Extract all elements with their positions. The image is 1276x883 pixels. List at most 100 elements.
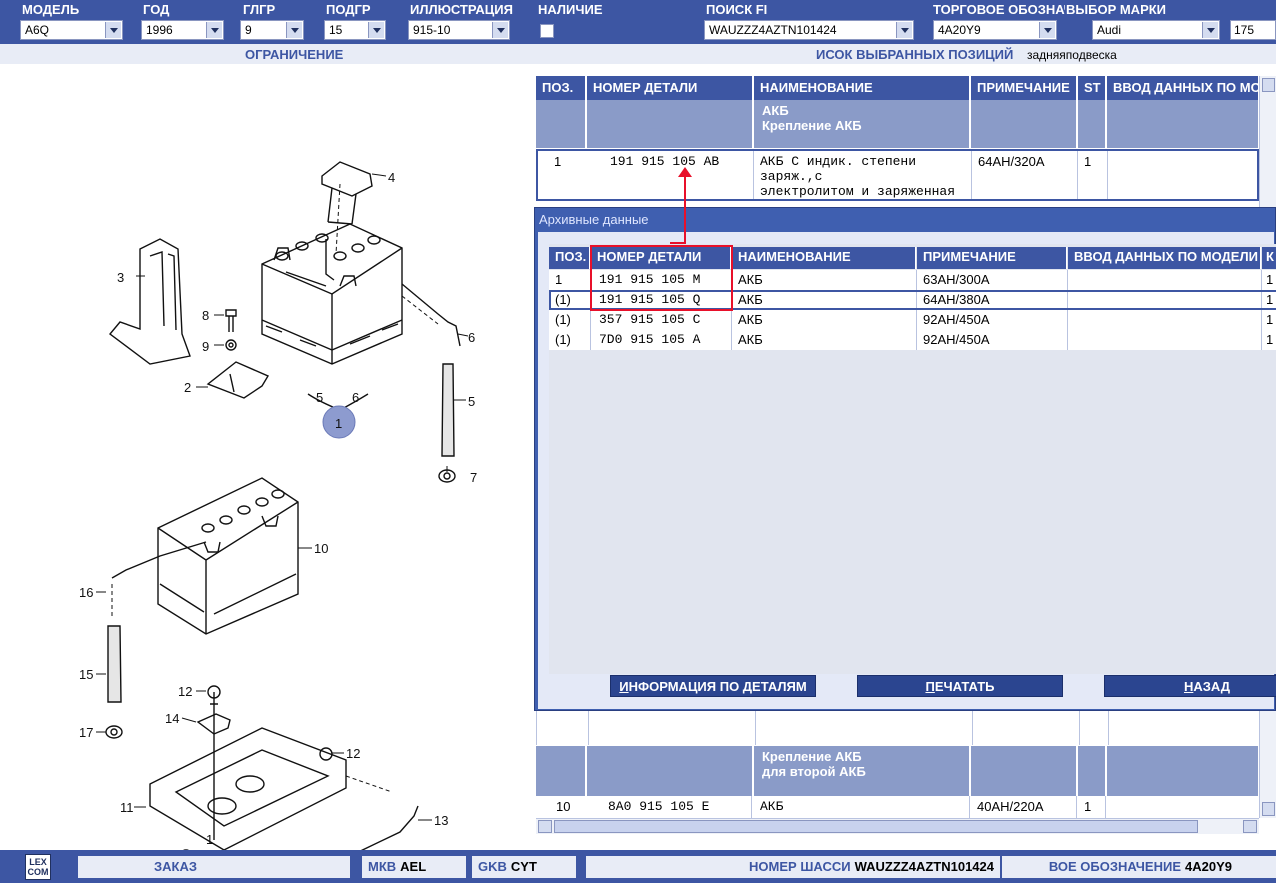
battery-10 <box>157 477 299 635</box>
archive-note: 92AH/450A <box>917 310 1068 330</box>
table-row[interactable]: 1 191 915 105 AB АКБ С индик. степени за… <box>536 149 1259 201</box>
trade-designation-select[interactable]: 4A20Y9 <box>933 20 1057 40</box>
col-pos[interactable]: ПОЗ. <box>536 76 586 100</box>
archive-col-model-input[interactable]: ВВОД ДАННЫХ ПО МОДЕЛИ <box>1068 247 1261 269</box>
main-group-select[interactable]: 9 <box>240 20 304 40</box>
archive-name: АКБ <box>732 310 917 330</box>
availability-checkbox[interactable] <box>540 24 554 38</box>
chevron-down-icon[interactable] <box>368 22 384 38</box>
archive-part-number[interactable]: 7D0 915 105 A <box>591 330 732 350</box>
scroll-down-icon[interactable] <box>1262 802 1275 816</box>
illustration-select[interactable]: 915-10 <box>408 20 510 40</box>
archive-row[interactable]: (1) 7D0 915 105 A АКБ 92AH/450A 1 <box>549 330 1276 350</box>
archive-pos: (1) <box>549 330 591 350</box>
parts-info-button[interactable]: ИНФОРМАЦИЯ ПО ДЕТАЛЯМ <box>610 675 816 697</box>
subgroup-select[interactable]: 15 <box>324 20 386 40</box>
group2-title: Крепление АКБ для второй АКБ <box>754 746 970 796</box>
group-row-part <box>587 100 753 148</box>
group-row-pos <box>536 100 586 148</box>
table-row[interactable]: 10 8A0 915 105 E АКБ 40AH/220A 1 <box>536 796 1259 818</box>
archive-col-pos[interactable]: ПОЗ. <box>549 247 590 269</box>
subgroup-label: ПОДГР <box>326 2 371 17</box>
chevron-down-icon[interactable] <box>206 22 222 38</box>
callout-17[interactable]: 17 <box>79 725 93 740</box>
order-box[interactable]: ЗАКАЗ <box>78 856 350 878</box>
year-value: 1996 <box>146 23 173 37</box>
print-accel: П <box>925 679 935 694</box>
fi-search-select[interactable]: WAUZZZ4AZTN101424 <box>704 20 914 40</box>
callout-15[interactable]: 15 <box>79 667 93 682</box>
callout-14[interactable]: 14 <box>165 711 179 726</box>
callout-2[interactable]: 2 <box>184 380 191 395</box>
blank-row <box>536 711 1259 745</box>
callout-5b[interactable]: 5 <box>468 394 475 409</box>
col-model-input[interactable]: ВВОД ДАННЫХ ПО МО <box>1107 76 1259 100</box>
row-pos: 1 <box>554 154 562 169</box>
chevron-down-icon[interactable] <box>492 22 508 38</box>
callout-1-highlighted[interactable]: 1 <box>335 416 342 431</box>
col-name[interactable]: НАИМЕНОВАНИЕ <box>754 76 970 100</box>
hold-down-bracket <box>321 161 373 197</box>
archive-pos: (1) <box>551 292 591 308</box>
col-note[interactable]: ПРИМЕЧАНИЕ <box>971 76 1077 100</box>
archive-col-note[interactable]: ПРИМЕЧАНИЕ <box>917 247 1067 269</box>
callout-16[interactable]: 16 <box>79 585 93 600</box>
illustration-drawing: 4 3 8 9 2 5 6 1 6 5 7 10 16 15 17 12 14 … <box>79 161 477 883</box>
year-label: ГОД <box>143 2 170 17</box>
row-part-number[interactable]: 8A0 915 105 E <box>602 796 752 818</box>
restriction-link[interactable]: ОГРАНИЧЕНИЕ <box>245 47 343 62</box>
col-part-number[interactable]: НОМЕР ДЕТАЛИ <box>587 76 753 100</box>
callout-13[interactable]: 13 <box>434 813 448 828</box>
archive-row[interactable]: (1) 357 915 105 C АКБ 92AH/450A 1 <box>549 310 1276 330</box>
callout-3[interactable]: 3 <box>117 270 124 285</box>
parts-info-accel: И <box>619 679 629 694</box>
chevron-down-icon[interactable] <box>286 22 302 38</box>
scroll-left-icon[interactable] <box>538 820 552 833</box>
archive-col-k[interactable]: К <box>1262 247 1276 269</box>
callout-7[interactable]: 7 <box>470 470 477 485</box>
gkb-label: GKB <box>478 859 507 874</box>
order-label[interactable]: ЗАКАЗ <box>154 859 197 874</box>
chevron-down-icon[interactable] <box>1039 22 1055 38</box>
callout-10[interactable]: 10 <box>314 541 328 556</box>
scroll-right-icon[interactable] <box>1243 820 1257 833</box>
illustration-value: 915-10 <box>413 23 451 37</box>
archive-name: АКБ <box>732 270 917 290</box>
year-select[interactable]: 1996 <box>141 20 224 40</box>
chevron-down-icon[interactable] <box>896 22 912 38</box>
chevron-down-icon[interactable] <box>105 22 121 38</box>
fi-search-value: WAUZZZ4AZTN101424 <box>709 23 837 37</box>
col-st[interactable]: ST <box>1078 76 1106 100</box>
callout-11[interactable]: 11 <box>120 800 134 815</box>
callout-12b[interactable]: 12 <box>346 746 360 761</box>
model-select[interactable]: A6Q <box>20 20 123 40</box>
print-button[interactable]: ПЕЧАТАТЬ <box>857 675 1063 697</box>
row-st: 1 <box>1078 796 1106 818</box>
scroll-thumb[interactable] <box>554 820 1198 833</box>
archive-part-number[interactable]: 357 915 105 C <box>591 310 732 330</box>
trade-box: ВОЕ ОБОЗНАЧЕНИЕ 4A20Y9 <box>1002 856 1276 878</box>
extra-field[interactable]: 175 <box>1230 20 1276 40</box>
callout-12a[interactable]: 12 <box>178 684 192 699</box>
trade-designation-value: 4A20Y9 <box>938 23 981 37</box>
callout-1b[interactable]: 1 <box>206 832 213 847</box>
archive-model <box>1068 292 1262 308</box>
archive-name: АКБ <box>732 330 917 350</box>
row-name-line1: АКБ С индик. степени заряж.,с <box>760 154 917 184</box>
back-button[interactable]: НАЗАД <box>1104 675 1276 697</box>
callout-6a[interactable]: 6 <box>352 390 359 405</box>
model-label: МОДЕЛЬ <box>22 2 80 17</box>
chevron-down-icon[interactable] <box>1202 22 1218 38</box>
scroll-up-icon[interactable] <box>1262 78 1275 92</box>
horizontal-scrollbar[interactable] <box>536 818 1259 834</box>
callout-9[interactable]: 9 <box>202 339 209 354</box>
exploded-illustration[interactable]: 4 3 8 9 2 5 6 1 6 5 7 10 16 15 17 12 14 … <box>0 64 534 883</box>
callout-8[interactable]: 8 <box>202 308 209 323</box>
callout-5a[interactable]: 5 <box>316 390 323 405</box>
callout-4[interactable]: 4 <box>388 170 395 185</box>
archive-col-name[interactable]: НАИМЕНОВАНИЕ <box>732 247 916 269</box>
archive-pos: (1) <box>549 310 591 330</box>
callout-6b[interactable]: 6 <box>468 330 475 345</box>
archive-k: 1 <box>1266 292 1274 307</box>
brand-select[interactable]: Audi <box>1092 20 1220 40</box>
